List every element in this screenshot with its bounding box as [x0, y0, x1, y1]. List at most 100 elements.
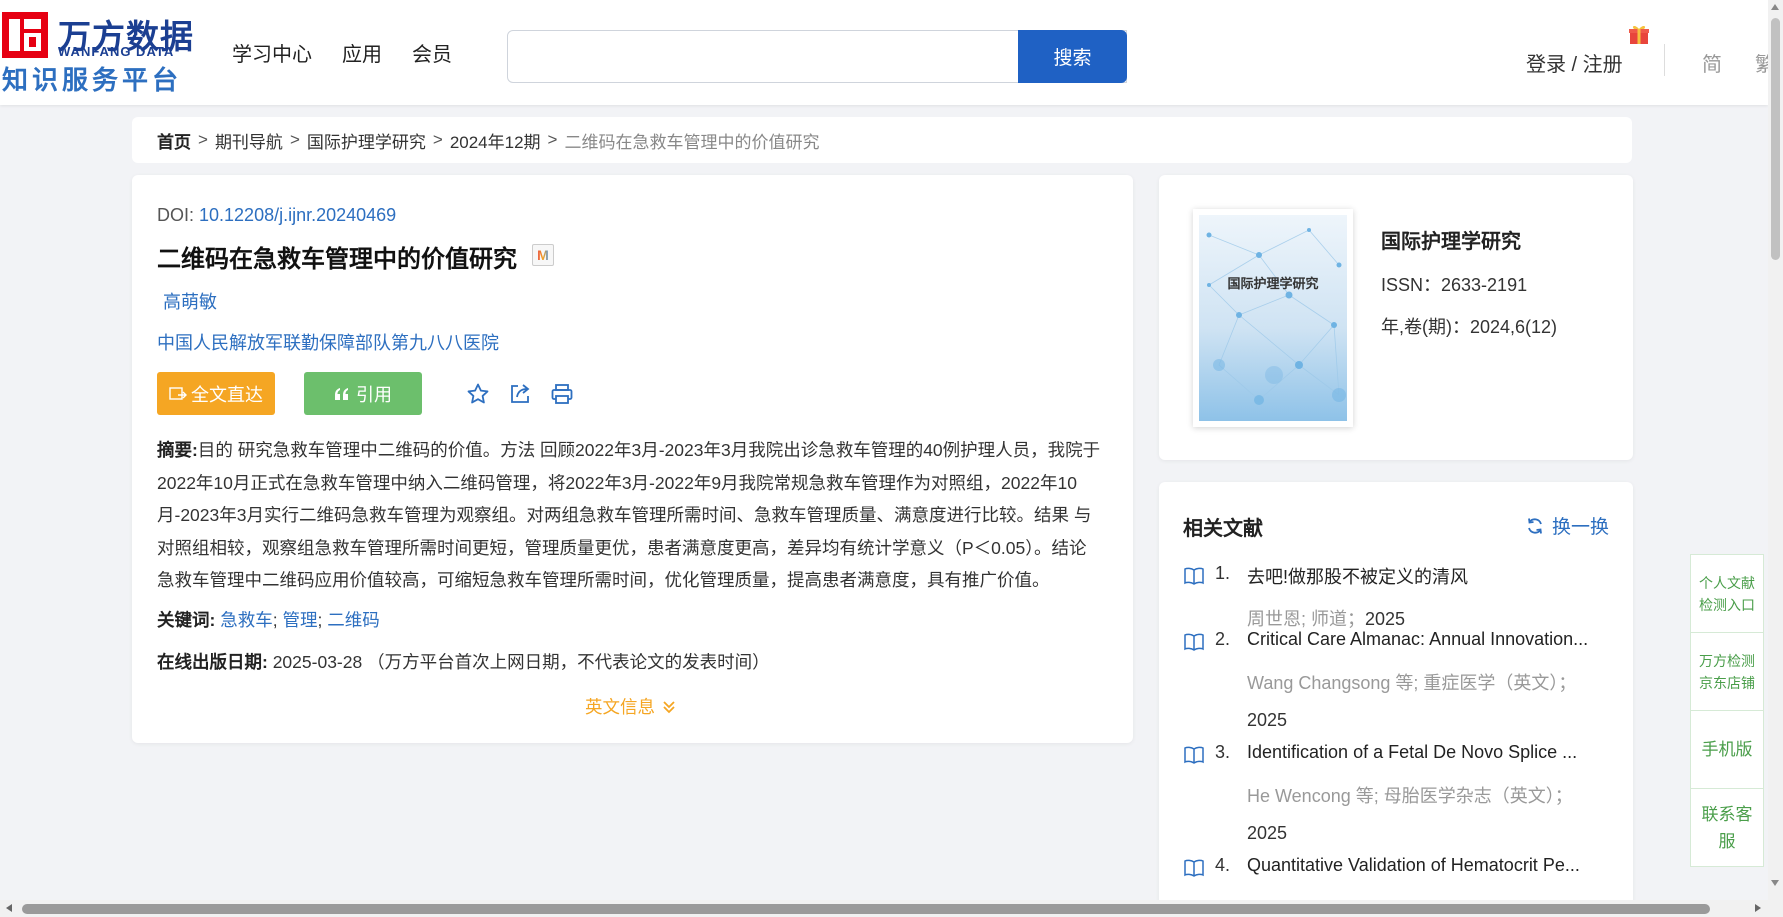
gift-icon[interactable] [1627, 22, 1651, 46]
share-icon[interactable] [508, 382, 532, 406]
related-item: 4. Quantitative Validation of Hematocrit… [1183, 855, 1613, 879]
related-title-link[interactable]: Identification of a Fetal De Novo Splice… [1247, 742, 1605, 763]
book-icon [1184, 633, 1204, 651]
fulltext-label: 全文直达 [191, 384, 263, 405]
cover-title: 国际护理学研究 [1227, 276, 1319, 291]
wanfang-logo-mark-icon [2, 12, 48, 58]
doi-line: DOI: 10.12208/j.ijnr.20240469 [157, 205, 396, 226]
journal-cover[interactable]: 国际护理学研究 [1193, 209, 1353, 427]
author-link[interactable]: 高萌敏 [163, 288, 217, 314]
journal-issn: ISSN：2633-2191 [1381, 275, 1528, 295]
fulltext-button[interactable]: 全文直达 [157, 372, 275, 415]
horizontal-scroll-thumb[interactable] [22, 904, 1710, 914]
journal-name-link[interactable]: 国际护理学研究 [1381, 225, 1521, 254]
related-year: 2025 [1247, 710, 1288, 730]
related-number: 1. [1215, 563, 1231, 583]
pubdate-note: （万方平台首次上网日期，不代表论文的发表时间） [367, 652, 770, 672]
related-literature-card: 相关文献 换一换 1. 去吧!做那股不被定义的清风 周世恩; 师道；2025 2… [1159, 482, 1633, 917]
scroll-right-arrow-icon[interactable] [1755, 904, 1761, 912]
related-title-link[interactable]: Critical Care Almanac: Annual Innovation… [1247, 629, 1605, 650]
quote-icon [335, 387, 348, 400]
wanfang-logo[interactable]: 万方数据 WANFANG DATA 知识服务平台 [2, 8, 193, 95]
refresh-button[interactable]: 换一换 [1526, 512, 1609, 539]
scroll-left-arrow-icon[interactable] [6, 904, 12, 912]
journal-volume: 年,卷(期)：2024,6(12) [1381, 317, 1558, 337]
related-meta: He Wencong 等; 母胎医学杂志（英文）； 2025 [1247, 778, 1605, 852]
related-item: 2. Critical Care Almanac: Annual Innovat… [1183, 629, 1613, 739]
refresh-icon [1528, 517, 1542, 534]
top-header: 万方数据 WANFANG DATA 知识服务平台 学习中心 应用 会员 搜索 登… [0, 0, 1768, 105]
refresh-label: 换一换 [1551, 517, 1609, 538]
keyword-link[interactable]: 二维码 [327, 610, 380, 630]
breadcrumb-home[interactable]: 首页 [157, 128, 191, 153]
keyword-link[interactable]: 急救车 [220, 610, 273, 630]
breadcrumb-journal[interactable]: 国际护理学研究 [307, 128, 426, 153]
keyword-link[interactable]: 管理 [282, 610, 317, 630]
jd-store-entry[interactable]: 万方检测京东店铺 [1691, 633, 1763, 711]
abstract-label: 摘要: [157, 440, 198, 460]
doi-link[interactable]: 10.12208/j.ijnr.20240469 [199, 205, 396, 225]
mobile-version-entry[interactable]: 手机版 [1691, 711, 1763, 789]
breadcrumb-current: 二维码在急救车管理中的价值研究 [564, 132, 820, 152]
english-info-toggle[interactable]: 英文信息 [585, 694, 677, 719]
related-title-link[interactable]: 去吧!做那股不被定义的清风 [1247, 563, 1605, 589]
login-register-link[interactable]: 登录 / 注册 [1526, 48, 1623, 77]
related-year: 2025 [1365, 609, 1406, 629]
nav-apps[interactable]: 应用 [342, 38, 382, 67]
floating-toolbar: 个人文献检测入口 万方检测京东店铺 手机版 联系客服 [1690, 554, 1764, 867]
keyword-separator: ; [272, 610, 278, 630]
lang-simplified[interactable]: 简 [1702, 48, 1722, 77]
related-authors: 周世恩; 师道； [1247, 609, 1366, 629]
cover-network-pattern [1206, 228, 1346, 405]
vertical-scrollbar[interactable] [1768, 0, 1783, 900]
double-chevron-down-icon [663, 700, 675, 713]
breadcrumb-issue[interactable]: 2024年12期 [450, 128, 541, 153]
pubdate-value: 2025-03-28 [272, 652, 363, 672]
fulltext-icon [169, 386, 187, 400]
scroll-up-arrow-icon[interactable] [1771, 4, 1779, 10]
metadata-badge-icon[interactable]: M [532, 244, 554, 266]
related-title-link[interactable]: Quantitative Validation of Hematocrit Pe… [1247, 855, 1605, 876]
english-info-label: 英文信息 [585, 697, 655, 717]
breadcrumb-separator: > [432, 130, 443, 149]
search-button[interactable]: 搜索 [1018, 30, 1127, 83]
print-icon[interactable] [550, 382, 574, 406]
vertical-scroll-thumb[interactable] [1771, 18, 1780, 260]
breadcrumb-separator: > [547, 130, 558, 149]
related-meta: Wang Changsong 等; 重症医学（英文）； 2025 [1247, 665, 1605, 739]
cite-button[interactable]: 引用 [304, 372, 422, 415]
contact-service-entry[interactable]: 联系客服 [1691, 789, 1763, 866]
journal-card: 国际护理学研究 国际护理学研究 ISSN：2633-2191 年,卷(期)：20… [1159, 175, 1633, 460]
article-title: 二维码在急救车管理中的价值研究 [157, 246, 517, 273]
favorite-star-icon[interactable] [466, 382, 490, 406]
publish-date-line: 在线出版日期: 2025-03-28 （万方平台首次上网日期，不代表论文的发表时… [157, 649, 770, 674]
pubdate-label: 在线出版日期: [157, 652, 268, 672]
nav-membership[interactable]: 会员 [412, 38, 452, 67]
related-item: 1. 去吧!做那股不被定义的清风 周世恩; 师道；2025 [1183, 563, 1613, 638]
related-authors: Wang Changsong 等; 重症医学（英文）； [1247, 673, 1577, 693]
doi-label: DOI: [157, 205, 200, 225]
personal-check-entry[interactable]: 个人文献检测入口 [1691, 555, 1763, 633]
article-card: DOI: 10.12208/j.ijnr.20240469 二维码在急救车管理中… [132, 175, 1133, 743]
metadata-badge-text: M [537, 247, 549, 263]
abstract: 摘要:目的 研究急救车管理中二维码的价值。方法 回顾2022年3月-2023年3… [157, 434, 1107, 597]
scroll-down-arrow-icon[interactable] [1771, 880, 1779, 886]
related-authors: He Wencong 等; 母胎医学杂志（英文）； [1247, 786, 1573, 806]
book-icon [1184, 859, 1204, 877]
breadcrumb-journal-nav[interactable]: 期刊导航 [215, 128, 283, 153]
nav-learning-center[interactable]: 学习中心 [232, 38, 312, 67]
lang-traditional[interactable]: 繁 [1755, 48, 1768, 77]
book-icon [1184, 567, 1204, 585]
keyword-separator: ; [317, 610, 323, 630]
logo-subtitle: WANFANG DATA [58, 44, 175, 59]
breadcrumb-separator: > [198, 130, 208, 149]
keywords-label: 关键词: [157, 610, 216, 630]
related-number: 2. [1215, 629, 1231, 649]
main-nav: 学习中心 应用 会员 [232, 38, 452, 67]
horizontal-scrollbar[interactable] [0, 900, 1783, 917]
organization-link[interactable]: 中国人民解放军联勤保障部队第九八八医院 [157, 329, 499, 355]
breadcrumb-separator: > [289, 130, 300, 149]
related-number: 4. [1215, 855, 1231, 875]
related-heading: 相关文献 [1183, 518, 1263, 540]
keywords-line: 关键词: 急救车; 管理; 二维码 [157, 607, 380, 632]
